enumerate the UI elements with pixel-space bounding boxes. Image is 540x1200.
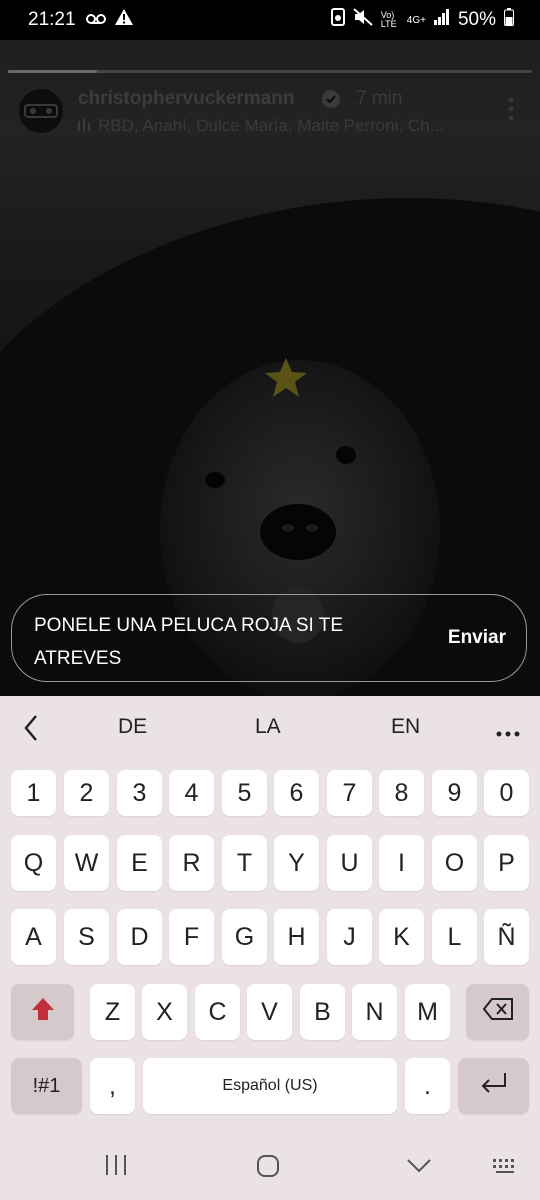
- key-h[interactable]: H: [274, 909, 319, 965]
- key-w[interactable]: W: [64, 835, 109, 891]
- backspace-key[interactable]: [466, 984, 529, 1040]
- suggestion-3[interactable]: EN: [391, 715, 420, 739]
- verified-badge-icon: [322, 90, 340, 108]
- status-left-icons: [86, 8, 134, 32]
- key-l[interactable]: L: [432, 909, 477, 965]
- key-n-tilde[interactable]: Ñ: [484, 909, 529, 965]
- key-e[interactable]: E: [117, 835, 162, 891]
- send-button[interactable]: Enviar: [448, 627, 506, 649]
- key-a[interactable]: A: [11, 909, 56, 965]
- keyboard-icon[interactable]: [492, 1157, 518, 1180]
- key-3[interactable]: 3: [117, 770, 162, 816]
- key-k[interactable]: K: [379, 909, 424, 965]
- key-f[interactable]: F: [169, 909, 214, 965]
- key-n[interactable]: N: [352, 984, 397, 1040]
- enter-key[interactable]: [458, 1058, 529, 1114]
- status-right-icons: Vo) LTE 4G+ 50%: [330, 8, 514, 32]
- key-t[interactable]: T: [222, 835, 267, 891]
- key-o[interactable]: O: [432, 835, 477, 891]
- story-progress-bar: [8, 70, 532, 73]
- story-more-icon[interactable]: [508, 96, 514, 122]
- suggestion-bar: DE LA EN: [0, 696, 540, 758]
- story-music[interactable]: RBD, Anahí, Dulce María, Maite Perroni, …: [78, 116, 444, 136]
- reply-input[interactable]: PONELE UNA PELUCA ROJA SI TE ATREVES Env…: [11, 594, 527, 682]
- avatar[interactable]: [18, 88, 64, 134]
- navigation-bar: [0, 1130, 540, 1200]
- key-b[interactable]: B: [300, 984, 345, 1040]
- back-chevron-icon[interactable]: [22, 714, 40, 747]
- symbols-key[interactable]: !#1: [11, 1058, 82, 1114]
- key-x[interactable]: X: [142, 984, 187, 1040]
- battery-percent: 50%: [457, 9, 496, 30]
- key-r[interactable]: R: [169, 835, 214, 891]
- shift-key[interactable]: [11, 984, 74, 1040]
- status-time: 21:21: [28, 9, 76, 30]
- volte-label: Vo) LTE: [380, 10, 397, 29]
- network-label: 4G+: [406, 14, 426, 26]
- period-key[interactable]: .: [405, 1058, 450, 1114]
- key-1[interactable]: 1: [11, 770, 56, 816]
- key-c[interactable]: C: [195, 984, 240, 1040]
- music-bars-icon: [78, 116, 90, 136]
- signal-icon: [433, 9, 450, 31]
- enter-icon: [479, 1072, 509, 1101]
- recents-icon[interactable]: [104, 1154, 128, 1181]
- story-header: christophervuckermann 7 min RBD, Anahí, …: [18, 88, 528, 138]
- story-username[interactable]: christophervuckermann: [78, 88, 294, 110]
- warning-icon: [114, 8, 134, 32]
- key-j[interactable]: J: [327, 909, 372, 965]
- status-bar: 21:21 Vo) LTE 4G+ 50%: [0, 0, 540, 40]
- key-i[interactable]: I: [379, 835, 424, 891]
- key-v[interactable]: V: [247, 984, 292, 1040]
- key-8[interactable]: 8: [379, 770, 424, 816]
- key-s[interactable]: S: [64, 909, 109, 965]
- story-viewer[interactable]: christophervuckermann 7 min RBD, Anahí, …: [0, 40, 540, 696]
- keyboard: DE LA EN 1 2 3 4 5 6 7 8 9 0 Q W E R T Y…: [0, 696, 540, 1130]
- key-0[interactable]: 0: [484, 770, 529, 816]
- suggestion-2[interactable]: LA: [255, 715, 281, 739]
- key-9[interactable]: 9: [432, 770, 477, 816]
- key-q[interactable]: Q: [11, 835, 56, 891]
- home-icon[interactable]: [256, 1154, 280, 1183]
- key-6[interactable]: 6: [274, 770, 319, 816]
- key-d[interactable]: D: [117, 909, 162, 965]
- shift-icon: [30, 996, 56, 1029]
- mute-icon: [353, 8, 373, 32]
- key-z[interactable]: Z: [90, 984, 135, 1040]
- suggestion-1[interactable]: DE: [118, 715, 147, 739]
- story-progress-fill: [8, 70, 98, 73]
- space-key[interactable]: Español (US): [143, 1058, 397, 1114]
- music-label: RBD, Anahí, Dulce María, Maite Perroni, …: [98, 116, 444, 135]
- screenshot-icon: [330, 8, 345, 32]
- battery-icon: [504, 8, 514, 32]
- key-7[interactable]: 7: [327, 770, 372, 816]
- reply-text[interactable]: PONELE UNA PELUCA ROJA SI TE ATREVES: [34, 609, 414, 675]
- key-5[interactable]: 5: [222, 770, 267, 816]
- back-icon[interactable]: [406, 1158, 432, 1179]
- key-2[interactable]: 2: [64, 770, 109, 816]
- key-u[interactable]: U: [327, 835, 372, 891]
- story-time: 7 min: [356, 88, 403, 109]
- key-m[interactable]: M: [405, 984, 450, 1040]
- comma-key[interactable]: ,: [90, 1058, 135, 1114]
- key-p[interactable]: P: [484, 835, 529, 891]
- voicemail-icon: [86, 9, 106, 31]
- key-y[interactable]: Y: [274, 835, 319, 891]
- backspace-icon: [482, 997, 513, 1027]
- more-icon[interactable]: [496, 724, 520, 742]
- key-g[interactable]: G: [222, 909, 267, 965]
- key-4[interactable]: 4: [169, 770, 214, 816]
